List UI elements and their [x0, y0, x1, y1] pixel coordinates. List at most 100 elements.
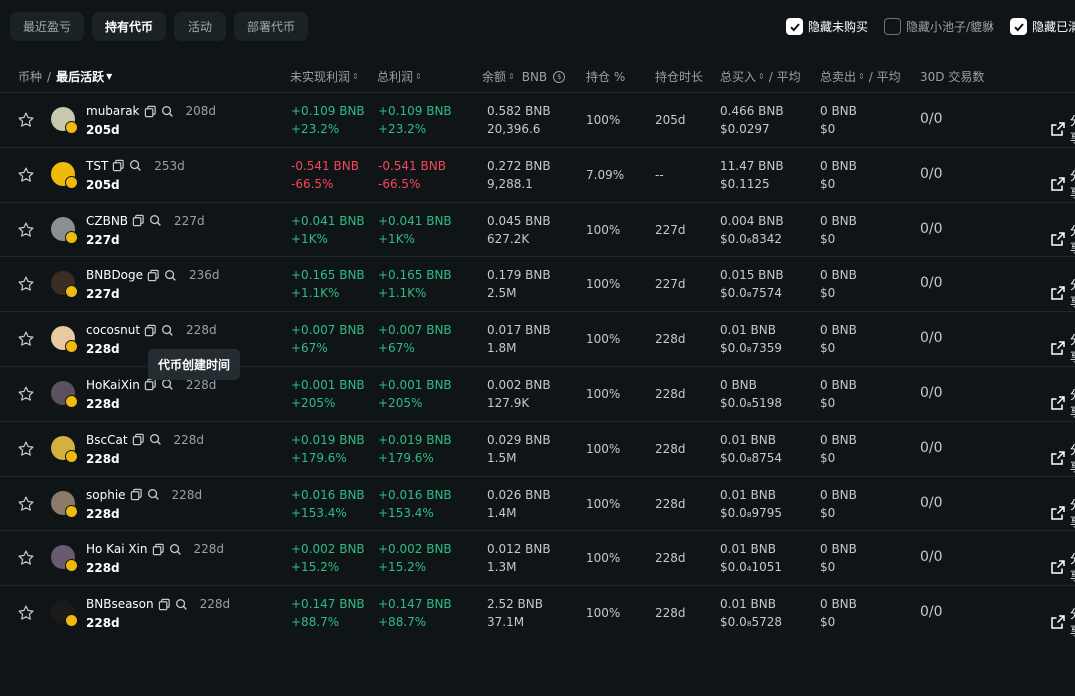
share-button[interactable]: 分享	[1050, 386, 1075, 420]
token-age: 228d	[186, 323, 217, 338]
copy-icon[interactable]	[132, 433, 145, 446]
copy-icon[interactable]	[112, 159, 125, 172]
total-sell-bnb: 0 BNB	[820, 268, 857, 283]
copy-icon[interactable]	[132, 214, 145, 227]
header-total-buy-avg: / 平均	[768, 70, 801, 84]
token-name[interactable]: HoKaiXin	[86, 378, 140, 392]
table-row[interactable]: CZBNB 227d 227d +0.041 BNB +1K% +0.041 B…	[0, 201, 1075, 257]
token-name[interactable]: CZBNB	[86, 214, 128, 228]
table-row[interactable]: BNBDoge 236d 227d +0.165 BNB +1.1K% +0.1…	[0, 256, 1075, 311]
share-button[interactable]: 分享	[1050, 331, 1075, 365]
holding-duration: 228d	[655, 332, 686, 347]
table-row[interactable]: TST 253d 205d -0.541 BNB -66.5% -0.541 B…	[0, 146, 1075, 202]
table-row[interactable]: mubarak 208d 205d +0.109 BNB +23.2% +0.1…	[0, 92, 1075, 147]
tab-holdings[interactable]: 持有代币	[92, 12, 166, 41]
table-row[interactable]: sophie 228d 228d +0.016 BNB +153.4% +0.0…	[0, 475, 1075, 531]
copy-icon[interactable]	[152, 543, 165, 556]
token-name[interactable]: cocosnut	[86, 323, 140, 337]
filter-hide-cleared[interactable]: 隐藏已清	[1010, 18, 1075, 35]
share-label: 分享	[1070, 441, 1075, 475]
star-icon[interactable]	[17, 275, 35, 293]
copy-icon[interactable]	[147, 269, 160, 282]
star-icon[interactable]	[17, 330, 35, 348]
filter-hide-unbought[interactable]: 隐藏未购买	[786, 18, 868, 35]
token-name-group: cocosnut 228d	[86, 323, 217, 337]
checkbox-checked-icon[interactable]	[786, 18, 803, 35]
header-last-active[interactable]: 最后活跃 ▼	[56, 68, 112, 85]
token-avatar	[51, 435, 78, 463]
tx-30d: 0/0	[920, 439, 943, 456]
search-icon[interactable]	[169, 543, 182, 556]
token-name[interactable]: BNBseason	[86, 597, 154, 611]
total-profit-bnb: +0.002 BNB	[378, 542, 452, 557]
search-icon[interactable]	[129, 159, 142, 172]
token-name[interactable]: BscCat	[86, 433, 128, 447]
star-icon[interactable]	[17, 166, 35, 184]
currency-toggle-icon[interactable]: $	[553, 70, 566, 83]
search-icon[interactable]	[161, 378, 174, 391]
search-icon[interactable]	[175, 598, 188, 611]
copy-icon[interactable]	[158, 598, 171, 611]
token-name[interactable]: sophie	[86, 488, 126, 502]
token-name[interactable]: TST	[86, 159, 108, 173]
search-icon[interactable]	[149, 214, 162, 227]
copy-icon[interactable]	[144, 105, 157, 118]
star-icon[interactable]	[17, 111, 35, 129]
header-balance[interactable]: 余额 ⇕ BNB $	[482, 68, 566, 85]
total-buy-avg: $0.1125	[720, 176, 770, 191]
share-icon	[1050, 450, 1066, 466]
star-icon[interactable]	[17, 549, 35, 567]
share-button[interactable]: 分享	[1050, 605, 1075, 639]
token-name[interactable]: mubarak	[86, 104, 140, 118]
last-active-value: 228d	[86, 396, 120, 411]
checkbox-unchecked-icon[interactable]	[884, 18, 902, 35]
holding-duration: 205d	[655, 113, 686, 127]
search-icon[interactable]	[147, 488, 160, 501]
header-total-profit[interactable]: 总利润 ⇕	[377, 68, 422, 85]
total-sell-bnb: 0 BNB	[820, 323, 857, 338]
unrealized-pct: -66.5%	[291, 176, 334, 191]
share-button[interactable]: 分享	[1050, 167, 1075, 201]
token-age: 228d	[193, 542, 225, 557]
share-button[interactable]: 分享	[1050, 441, 1075, 475]
star-icon[interactable]	[17, 440, 35, 458]
search-icon[interactable]	[161, 105, 174, 118]
filter-hide-small-pool[interactable]: 隐藏小池子/貔貅	[884, 18, 994, 35]
share-button[interactable]: 分享	[1050, 550, 1075, 584]
table-row[interactable]: BNBseason 228d 228d +0.147 BNB +88.7% +0…	[0, 585, 1075, 640]
share-button[interactable]: 分享	[1050, 112, 1075, 146]
header-separator: /	[47, 69, 52, 84]
tab-activity[interactable]: 活动	[174, 12, 226, 41]
token-name-group: sophie 228d	[86, 488, 202, 502]
share-button[interactable]: 分享	[1050, 222, 1075, 256]
search-icon[interactable]	[161, 324, 174, 337]
token-name[interactable]: BNBDoge	[86, 268, 143, 282]
total-sell-bnb: 0 BNB	[820, 158, 857, 173]
holding-duration: 228d	[655, 551, 686, 566]
table-row[interactable]: Ho Kai Xin 228d 228d +0.002 BNB +15.2% +…	[0, 530, 1075, 585]
total-buy-avg: $0.0₄1051	[720, 560, 783, 575]
star-icon[interactable]	[17, 495, 35, 513]
header-unrealized[interactable]: 未实现利润 ⇕	[290, 68, 359, 85]
header-total-sell[interactable]: 总卖出 ⇕ / 平均	[820, 68, 901, 85]
balance-amount: 1.4M	[487, 505, 517, 520]
copy-icon[interactable]	[144, 378, 157, 391]
search-icon[interactable]	[149, 433, 162, 446]
share-button[interactable]: 分享	[1050, 496, 1075, 530]
star-icon[interactable]	[17, 221, 35, 239]
star-icon[interactable]	[17, 604, 35, 622]
balance-bnb: 0.002 BNB	[487, 377, 551, 392]
share-button[interactable]: 分享	[1050, 276, 1075, 310]
header-total-buy[interactable]: 总买入 ⇕ / 平均	[720, 68, 801, 85]
last-active-value: 228d	[86, 561, 120, 576]
total-profit-bnb: -0.541 BNB	[378, 158, 446, 173]
copy-icon[interactable]	[144, 324, 157, 337]
table-row[interactable]: BscCat 228d 228d +0.019 BNB +179.6% +0.0…	[0, 420, 1075, 476]
tab-recent-pnl[interactable]: 最近盈亏	[10, 12, 84, 41]
star-icon[interactable]	[17, 385, 35, 403]
copy-icon[interactable]	[130, 488, 143, 501]
search-icon[interactable]	[164, 269, 177, 282]
checkbox-checked-icon[interactable]	[1010, 18, 1028, 35]
tab-deployed[interactable]: 部署代币	[234, 12, 308, 41]
token-name[interactable]: Ho Kai Xin	[86, 542, 148, 556]
